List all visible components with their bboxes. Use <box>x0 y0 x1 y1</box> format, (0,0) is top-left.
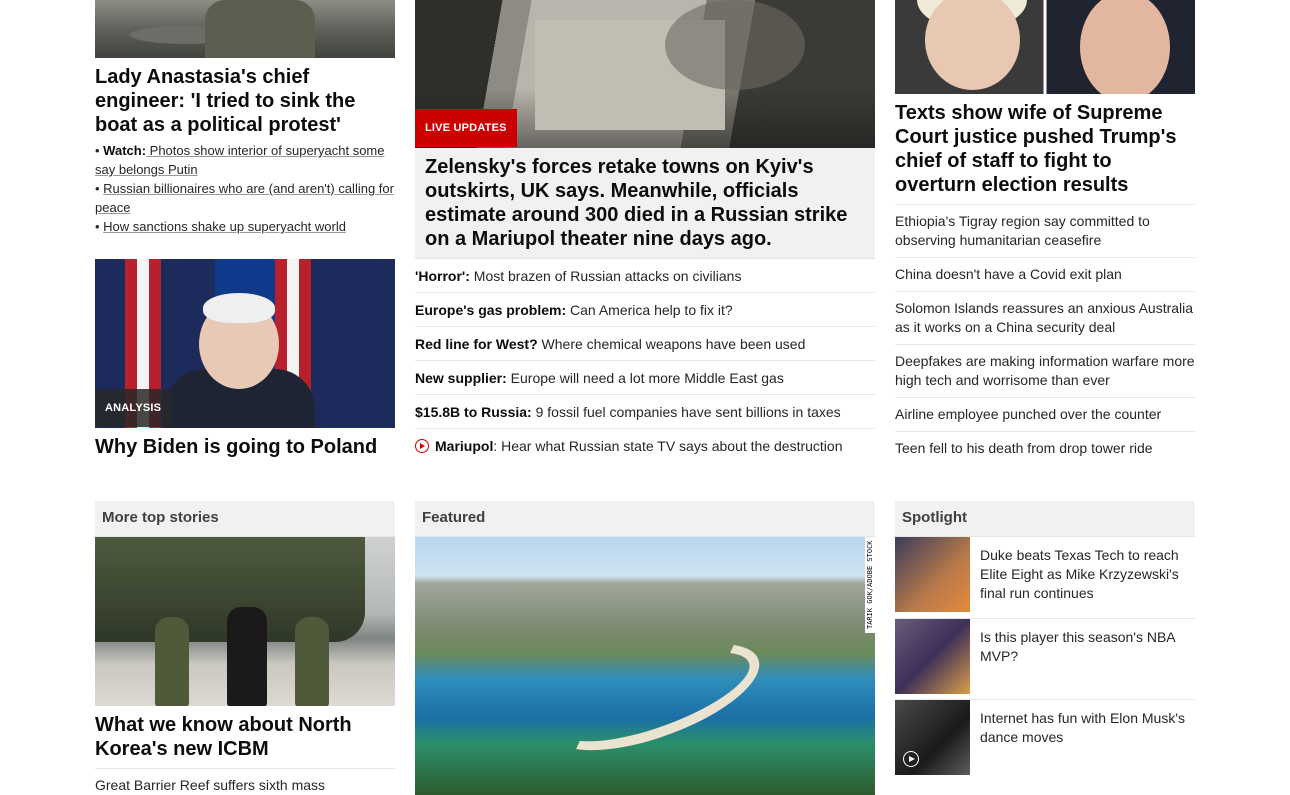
spotlight-item-text: Internet has fun with Elon Musk's dance … <box>980 710 1185 745</box>
main-headline: Zelensky's forces retake towns on Kyiv's… <box>425 156 848 250</box>
main-headline-box[interactable]: Zelensky's forces retake towns on Kyiv's… <box>415 148 875 258</box>
woman-face <box>925 0 1020 90</box>
nba-player-thumb <box>895 619 970 694</box>
link-text: Most brazen of Russian attacks on civili… <box>469 268 742 284</box>
soldier-figure <box>155 617 189 706</box>
center-link-red-line[interactable]: Red line for West? Where chemical weapon… <box>415 326 875 361</box>
yacht-related-links: • Watch: Photos show interior of superya… <box>95 141 395 236</box>
center-link-horror[interactable]: 'Horror': Most brazen of Russian attacks… <box>415 258 875 293</box>
north-korea-headline[interactable]: What we know about North Korea's new ICB… <box>95 713 395 761</box>
related-link-text: How sanctions shake up superyacht world <box>103 219 346 234</box>
link-text: 9 fossil fuel companies have sent billio… <box>531 404 841 420</box>
bullet-prefix: • <box>95 143 104 158</box>
photo-credit: TARIK GOK/ADOBE STOCK <box>865 537 875 633</box>
elon-musk-thumb <box>895 700 970 775</box>
north-korea-icbm-image[interactable] <box>95 537 395 706</box>
link-label: 'Horror': <box>415 268 470 284</box>
link-label: Europe's gas problem: <box>415 302 567 318</box>
video-play-icon <box>415 439 429 453</box>
link-label: New supplier: <box>415 370 507 386</box>
center-link-gas[interactable]: Europe's gas problem: Can America help t… <box>415 292 875 327</box>
featured-header: Featured <box>415 501 875 537</box>
center-link-supplier[interactable]: New supplier: Europe will need a lot mor… <box>415 360 875 395</box>
side-link-airline[interactable]: Airline employee punched over the counte… <box>895 397 1195 431</box>
thomas-meadows-image[interactable] <box>895 0 1195 94</box>
side-link-deepfakes[interactable]: Deepfakes are making information warfare… <box>895 344 1195 397</box>
side-link-solomon[interactable]: Solomon Islands reassures an anxious Aus… <box>895 291 1195 344</box>
center-link-fossil[interactable]: $15.8B to Russia: 9 fossil fuel companie… <box>415 394 875 429</box>
theater-smoke <box>665 0 805 90</box>
related-link-label: Watch: <box>103 143 147 158</box>
more-top-stories-header: More top stories <box>95 501 395 537</box>
link-text: Where chemical weapons have been used <box>537 336 806 352</box>
play-icon <box>903 751 919 767</box>
beach-spit <box>537 621 773 773</box>
spotlight-list: Duke beats Texas Tech to reach Elite Eig… <box>895 537 1195 795</box>
basketball-thumb <box>895 537 970 612</box>
live-updates-badge: LIVE UPDATES <box>415 109 517 147</box>
link-label: Red line for West? <box>415 336 538 352</box>
link-text: : Hear what Russian state TV says about … <box>493 438 843 454</box>
link-label: $15.8B to Russia: <box>415 404 532 420</box>
related-link-text: Russian billionaires who are (and aren't… <box>95 181 394 215</box>
bullet-prefix: • <box>95 219 104 234</box>
supreme-court-headline[interactable]: Texts show wife of Supreme Court justice… <box>895 101 1195 197</box>
left-column: Lady Anastasia's chief engineer: 'I trie… <box>95 0 395 470</box>
link-text: Can America help to fix it? <box>566 302 733 318</box>
center-column: LIVE UPDATES Zelensky's forces retake to… <box>415 0 875 470</box>
link-label: Mariupol <box>435 438 494 454</box>
analysis-badge: ANALYSIS <box>95 389 172 427</box>
link-text: Europe will need a lot more Middle East … <box>506 370 784 386</box>
related-link-billionaires[interactable]: • Russian billionaires who are (and aren… <box>95 179 395 217</box>
leader-figure <box>227 607 267 706</box>
reef-link[interactable]: Great Barrier Reef suffers sixth mass <box>95 768 395 795</box>
side-link-drop-tower[interactable]: Teen fell to his death from drop tower r… <box>895 431 1195 465</box>
spotlight-item-text: Is this player this season's NBA MVP? <box>980 629 1175 664</box>
spotlight-item-musk[interactable]: Internet has fun with Elon Musk's dance … <box>895 699 1195 775</box>
spotlight-header: Spotlight <box>895 501 1195 537</box>
spotlight-item-duke[interactable]: Duke beats Texas Tech to reach Elite Eig… <box>895 537 1195 612</box>
soldier-figure <box>295 617 329 706</box>
biden-hair <box>203 293 275 323</box>
yacht-headline[interactable]: Lady Anastasia's chief engineer: 'I trie… <box>95 65 395 137</box>
right-column: Texts show wife of Supreme Court justice… <box>895 0 1195 470</box>
yacht-engine-room-image[interactable] <box>95 0 395 58</box>
side-link-tigray[interactable]: Ethiopia's Tigray region say committed t… <box>895 204 1195 257</box>
spotlight-item-text: Duke beats Texas Tech to reach Elite Eig… <box>980 547 1179 601</box>
man-face <box>1080 0 1170 94</box>
related-link-sanctions[interactable]: • How sanctions shake up superyacht worl… <box>95 217 395 236</box>
center-link-mariupol[interactable]: Mariupol: Hear what Russian state TV say… <box>415 428 875 463</box>
side-link-china-covid[interactable]: China doesn't have a Covid exit plan <box>895 257 1195 291</box>
engineer-figure <box>205 0 315 58</box>
spotlight-item-nba[interactable]: Is this player this season's NBA MVP? <box>895 618 1195 694</box>
related-link-watch[interactable]: • Watch: Photos show interior of superya… <box>95 141 395 179</box>
bullet-prefix: • <box>95 181 104 196</box>
featured-coast-image[interactable]: TARIK GOK/ADOBE STOCK <box>415 537 875 795</box>
biden-headline[interactable]: Why Biden is going to Poland <box>95 435 395 459</box>
